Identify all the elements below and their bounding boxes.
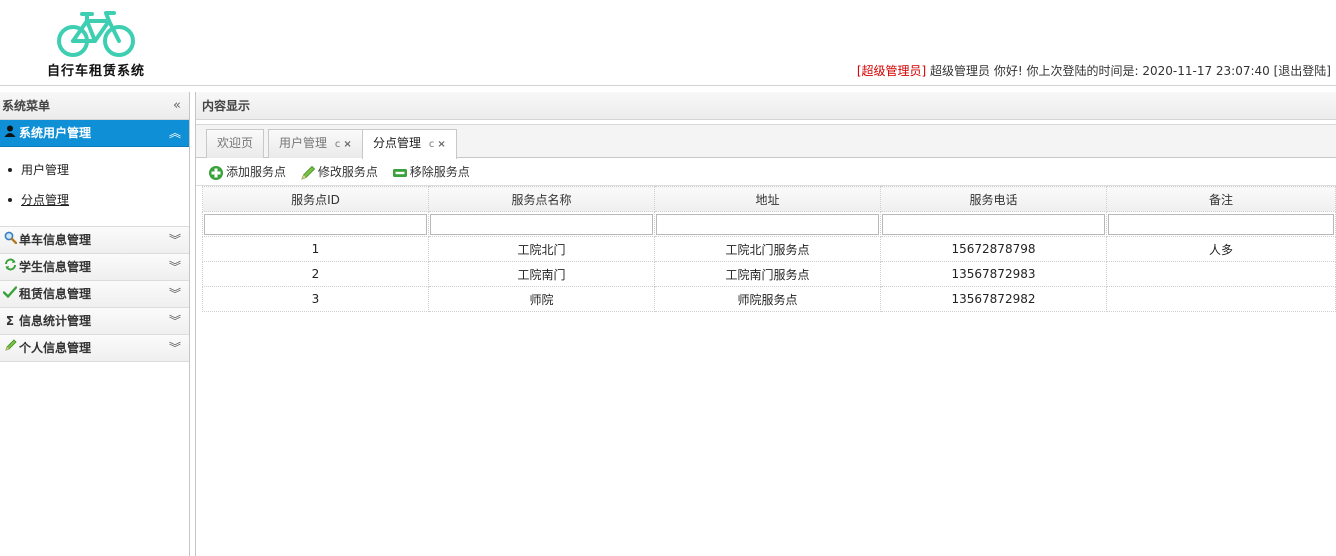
cell-remark: 人多 (1106, 236, 1336, 262)
remove-service-point-button[interactable]: 移除服务点 (392, 158, 470, 186)
pencil-icon (2, 335, 18, 362)
cell-remark (1106, 286, 1336, 312)
cell-name: 工院南门 (428, 261, 655, 287)
last-login-time: 2020-11-17 23:07:40 (1142, 64, 1270, 78)
bicycle-icon (57, 11, 135, 57)
user-greeting: 超级管理员 你好! 你上次登陆的时间是: (930, 64, 1139, 78)
sidebar-section-label: 租赁信息管理 (19, 287, 92, 301)
chevron-down-icon[interactable]: ︾ (169, 281, 181, 308)
main-title: 内容显示 (202, 99, 251, 113)
header: 自行车租赁系统 [超级管理员] 超级管理员 你好! 你上次登陆的时间是: 202… (0, 0, 1336, 86)
cell-id: 2 (202, 261, 429, 287)
filter-input-phone[interactable] (882, 213, 1105, 235)
service-point-table: 服务点ID 服务点名称 地址 服务电话 备注 1 工院北门 工院北门服务点 15… (202, 186, 1336, 312)
sidebar-section-bike-info[interactable]: 单车信息管理 ︾ (0, 227, 189, 254)
logo: 自行车租赁系统 (40, 8, 152, 80)
sidebar-section-label: 信息统计管理 (19, 314, 92, 328)
column-header-name[interactable]: 服务点名称 (428, 186, 655, 212)
chevron-up-icon[interactable]: ︽ (169, 120, 181, 147)
table-row[interactable]: 2 工院南门 工院南门服务点 13567872983 (202, 261, 1336, 287)
cell-phone: 15672878798 (880, 236, 1107, 262)
user-icon (2, 120, 18, 147)
cell-phone: 13567872982 (880, 286, 1107, 312)
cell-address: 师院服务点 (654, 286, 881, 312)
cell-phone: 13567872983 (880, 261, 1107, 287)
search-icon (2, 227, 18, 254)
cell-remark (1106, 261, 1336, 287)
sidebar-item-branch-management[interactable]: 分点管理 (6, 189, 189, 219)
sidebar-section-system-users[interactable]: 系统用户管理 ︽ (0, 120, 189, 147)
filter-row (202, 211, 1336, 237)
user-role: [超级管理员] (856, 64, 927, 78)
edit-service-point-button[interactable]: 修改服务点 (300, 158, 378, 186)
chevron-down-icon[interactable]: ︾ (169, 335, 181, 362)
filter-input-address[interactable] (656, 213, 879, 235)
cell-id: 3 (202, 286, 429, 312)
add-service-point-button[interactable]: 添加服务点 (208, 158, 286, 186)
column-header-address[interactable]: 地址 (654, 186, 881, 212)
sidebar-section-body: 用户管理 分点管理 (0, 147, 189, 227)
tab-welcome[interactable]: 欢迎页 (206, 129, 265, 158)
chevron-down-icon[interactable]: ︾ (169, 308, 181, 335)
check-icon (2, 281, 18, 308)
cell-address: 工院北门服务点 (654, 236, 881, 262)
logo-text: 自行车租赁系统 (46, 64, 145, 79)
sidebar-section-label: 单车信息管理 (19, 233, 92, 247)
sidebar-section-label: 系统用户管理 (19, 126, 92, 140)
filter-input-remark[interactable] (1108, 213, 1334, 235)
tab-close-icon[interactable]: × (343, 139, 351, 150)
cell-name: 师院 (428, 286, 655, 312)
filter-input-name[interactable] (430, 213, 653, 235)
main-header: 内容显示 (196, 92, 1336, 120)
remove-icon (392, 168, 407, 177)
chevron-down-icon[interactable]: ︾ (169, 254, 181, 281)
cell-address: 工院南门服务点 (654, 261, 881, 287)
tab-refresh-icon[interactable]: c (335, 139, 341, 150)
user-bar: [超级管理员] 超级管理员 你好! 你上次登陆的时间是: 2020-11-17 … (857, 62, 1331, 79)
tab-branch-management[interactable]: 分点管理 c × (362, 129, 457, 159)
sidebar-item-user-management[interactable]: 用户管理 (6, 159, 189, 189)
logout-link[interactable]: [退出登陆] (1274, 64, 1331, 78)
sidebar-title: 系统菜单 (2, 99, 51, 113)
tab-bar: 欢迎页 用户管理 c × 分点管理 c × (196, 124, 1336, 159)
cell-id: 1 (202, 236, 429, 262)
grid-toolbar: 添加服务点 修改服务点 移除服务点 (196, 158, 1336, 186)
sidebar-section-student-info[interactable]: 学生信息管理 ︾ (0, 254, 189, 281)
cell-name: 工院北门 (428, 236, 655, 262)
sidebar-section-label: 个人信息管理 (19, 341, 92, 355)
collapse-sidebar-icon[interactable]: « (173, 92, 181, 120)
edit-icon (301, 165, 315, 180)
column-header-remark[interactable]: 备注 (1106, 186, 1336, 212)
column-header-id[interactable]: 服务点ID (202, 186, 429, 212)
tab-close-icon[interactable]: × (437, 139, 445, 150)
column-header-phone[interactable]: 服务电话 (880, 186, 1107, 212)
sidebar-section-rental-info[interactable]: 租赁信息管理 ︾ (0, 281, 189, 308)
sigma-icon: Σ (5, 314, 15, 328)
chevron-down-icon[interactable]: ︾ (169, 227, 181, 254)
sidebar-section-personal-info[interactable]: 个人信息管理 ︾ (0, 335, 189, 362)
main-panel: 内容显示 欢迎页 用户管理 c × 分点管理 c × 添加服务点 修改服务点 移除服… (195, 92, 1336, 556)
refresh-icon (2, 254, 18, 281)
table-header-row: 服务点ID 服务点名称 地址 服务电话 备注 (202, 186, 1336, 212)
tab-user-management[interactable]: 用户管理 c × (268, 129, 363, 158)
sidebar: 系统菜单 « 系统用户管理 ︽ 用户管理 分点管理 单车信息管理 ︾ 学生信息管… (0, 92, 190, 556)
sidebar-section-statistics[interactable]: Σ 信息统计管理 ︾ (0, 308, 189, 335)
filter-input-id[interactable] (204, 213, 427, 235)
sidebar-header: 系统菜单 « (0, 92, 189, 120)
tab-refresh-icon[interactable]: c (429, 139, 435, 150)
add-icon (209, 165, 223, 180)
table-row[interactable]: 3 师院 师院服务点 13567872982 (202, 286, 1336, 312)
sidebar-section-label: 学生信息管理 (19, 260, 92, 274)
table-row[interactable]: 1 工院北门 工院北门服务点 15672878798 人多 (202, 236, 1336, 262)
